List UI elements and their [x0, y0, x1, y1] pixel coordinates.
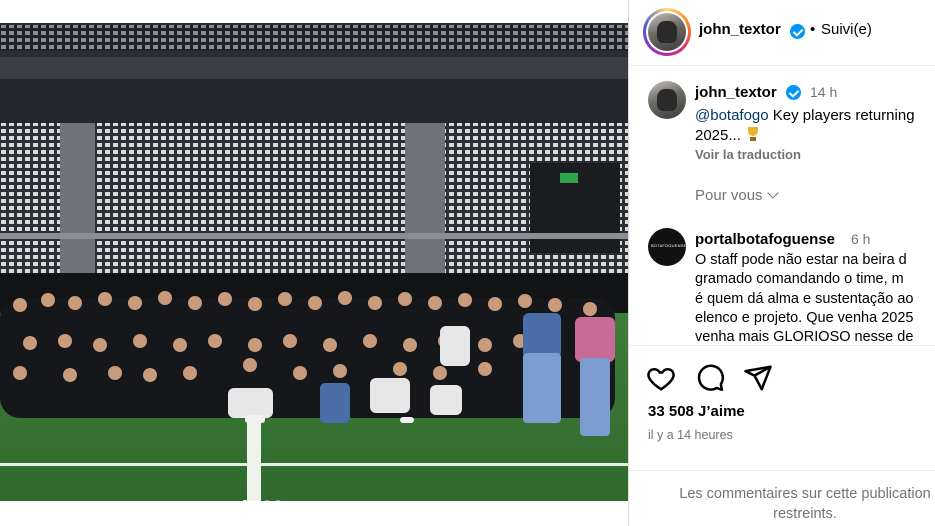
post-photo[interactable]	[0, 23, 628, 501]
team-photo-illustration	[0, 23, 628, 501]
comment-text: O staff pode não estar na beira d gramad…	[695, 252, 914, 344]
comment-icon[interactable]	[695, 363, 725, 393]
carousel-dot[interactable]	[242, 500, 248, 501]
restricted-text: Les commentaires sur cette publication r…	[679, 486, 931, 522]
carousel-dot[interactable]	[275, 500, 281, 501]
verified-badge-icon	[790, 24, 805, 39]
post-side-panel: john_textor • Suivi(e) john_textor 14 h …	[628, 0, 935, 526]
caption-text: @botafogo Key players returning 2025...	[695, 106, 935, 146]
carousel-dots[interactable]	[242, 500, 281, 501]
trophy-icon	[745, 126, 761, 142]
follow-status-button[interactable]: Suivi(e)	[821, 21, 872, 38]
caption-body: Key players returning	[768, 107, 915, 124]
for-you-dropdown[interactable]: Pour vous	[695, 187, 779, 204]
caption-body-line2: 2025...	[695, 127, 741, 144]
comments-restricted-notice: Les commentaires sur cette publication r…	[629, 470, 935, 522]
comment-username[interactable]: portalbotafoguense	[695, 231, 835, 248]
post-header: john_textor • Suivi(e)	[629, 0, 935, 66]
carousel-dot[interactable]	[253, 500, 259, 501]
avatar-image	[648, 13, 686, 51]
heart-icon[interactable]	[646, 363, 676, 393]
profile-avatar[interactable]	[643, 8, 691, 56]
see-translation-link[interactable]: Voir la traduction	[695, 147, 801, 162]
post-media	[0, 0, 628, 526]
comment-time[interactable]: 6 h	[851, 231, 870, 247]
caption-mention[interactable]: @botafogo	[695, 107, 769, 124]
header-separator: •	[810, 21, 816, 38]
for-you-label: Pour vous	[695, 187, 763, 204]
verified-badge-icon	[786, 85, 801, 100]
carousel-dot[interactable]	[264, 500, 270, 501]
header-username[interactable]: john_textor	[699, 21, 781, 38]
post-actions: 33 508 J’aime il y a 14 heures Les comme…	[629, 345, 935, 526]
caption-time[interactable]: 14 h	[810, 84, 837, 100]
caption-avatar[interactable]	[648, 81, 686, 119]
share-icon[interactable]	[743, 363, 773, 393]
caption-username[interactable]: john_textor	[695, 84, 777, 101]
chevron-down-icon	[766, 187, 779, 199]
post-timestamp[interactable]: il y a 14 heures	[648, 428, 733, 442]
likes-count[interactable]: 33 508 J’aime	[648, 403, 745, 420]
comment-avatar[interactable]	[648, 228, 686, 266]
